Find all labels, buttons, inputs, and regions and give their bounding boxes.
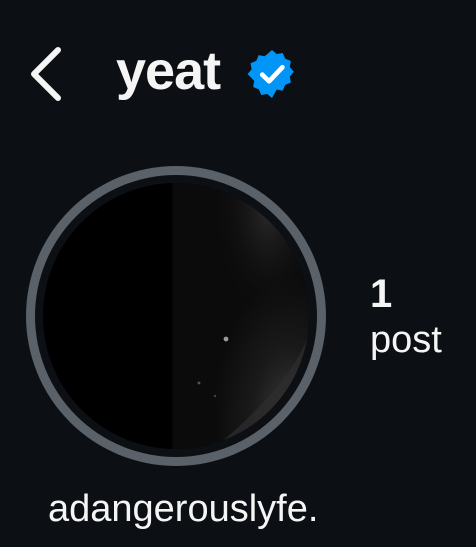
posts-stat[interactable]: 1 post <box>370 272 470 364</box>
avatar-image <box>43 183 309 449</box>
verified-badge-icon <box>246 48 298 100</box>
back-button[interactable] <box>18 42 74 106</box>
profile-header: yeat <box>0 0 476 150</box>
avatar-story-ring[interactable] <box>26 166 326 466</box>
chevron-left-icon <box>31 47 61 101</box>
profile-display-name: adangerouslyfe. <box>48 488 319 530</box>
posts-count: 1 <box>370 272 393 316</box>
avatar[interactable] <box>43 183 309 449</box>
posts-label: post <box>370 319 442 361</box>
profile-username: yeat <box>116 41 221 101</box>
